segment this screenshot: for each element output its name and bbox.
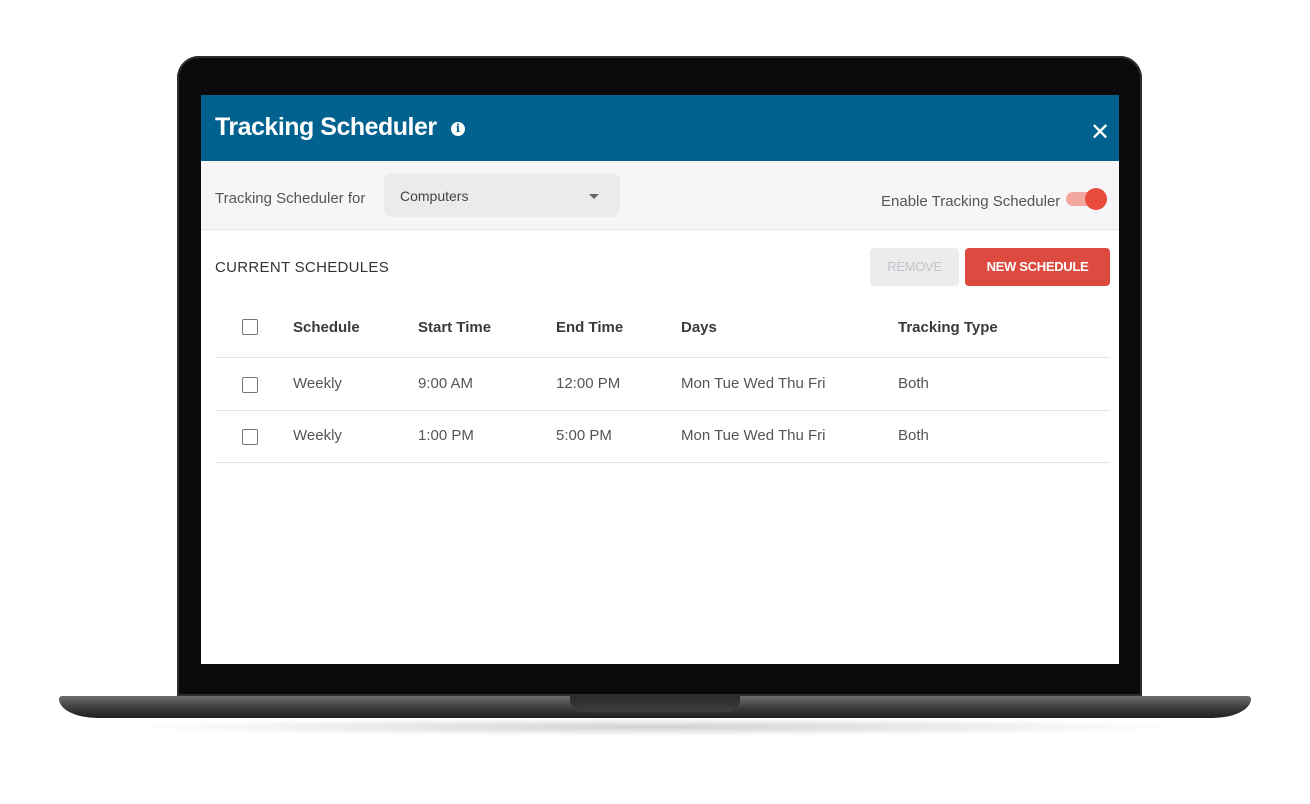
device-type-select[interactable]: Computers: [384, 173, 620, 217]
cell-tracking-type: Both: [898, 427, 929, 444]
select-value: Computers: [400, 188, 469, 204]
column-header-end-time: End Time: [556, 319, 624, 336]
column-header-tracking-type: Tracking Type: [898, 319, 998, 336]
laptop-shadow: [120, 718, 1190, 736]
laptop-screen: Tracking Scheduler i ✕ Tracking Schedule…: [201, 95, 1119, 664]
row-checkbox[interactable]: [242, 377, 258, 393]
cell-tracking-type: Both: [898, 375, 929, 392]
caret-down-icon: [589, 194, 599, 199]
cell-schedule: Weekly: [293, 375, 342, 392]
column-header-start-time: Start Time: [418, 319, 492, 336]
column-header-days: Days: [681, 319, 717, 336]
laptop-notch: [570, 696, 740, 712]
enable-scheduler-toggle[interactable]: [1066, 188, 1107, 210]
table-header: Schedule Start Time End Time Days Tracki…: [215, 300, 1110, 358]
dialog-header: Tracking Scheduler i ✕: [201, 95, 1119, 161]
current-schedules-title: CURRENT SCHEDULES: [215, 259, 390, 276]
table-row[interactable]: Weekly 1:00 PM 5:00 PM Mon Tue Wed Thu F…: [215, 410, 1110, 463]
close-icon[interactable]: ✕: [1089, 120, 1111, 144]
new-schedule-button[interactable]: NEW SCHEDULE: [965, 248, 1110, 286]
column-header-schedule: Schedule: [293, 319, 360, 336]
info-icon[interactable]: i: [451, 122, 465, 136]
table-row[interactable]: Weekly 9:00 AM 12:00 PM Mon Tue Wed Thu …: [215, 358, 1110, 411]
remove-button[interactable]: REMOVE: [870, 248, 959, 286]
cell-days: Mon Tue Wed Thu Fri: [681, 427, 826, 444]
row-checkbox[interactable]: [242, 429, 258, 445]
filter-bar: Tracking Scheduler for Computers Enable …: [201, 161, 1119, 230]
cell-days: Mon Tue Wed Thu Fri: [681, 375, 826, 392]
cell-start-time: 1:00 PM: [418, 427, 474, 444]
cell-end-time: 12:00 PM: [556, 375, 621, 392]
cell-schedule: Weekly: [293, 427, 342, 444]
scheduler-for-label: Tracking Scheduler for: [215, 190, 366, 207]
cell-start-time: 9:00 AM: [418, 375, 474, 392]
enable-scheduler-label: Enable Tracking Scheduler: [881, 193, 1061, 210]
toggle-knob: [1085, 188, 1107, 210]
select-all-checkbox[interactable]: [242, 319, 258, 335]
dialog-title: Tracking Scheduler: [215, 113, 437, 141]
cell-end-time: 5:00 PM: [556, 427, 612, 444]
